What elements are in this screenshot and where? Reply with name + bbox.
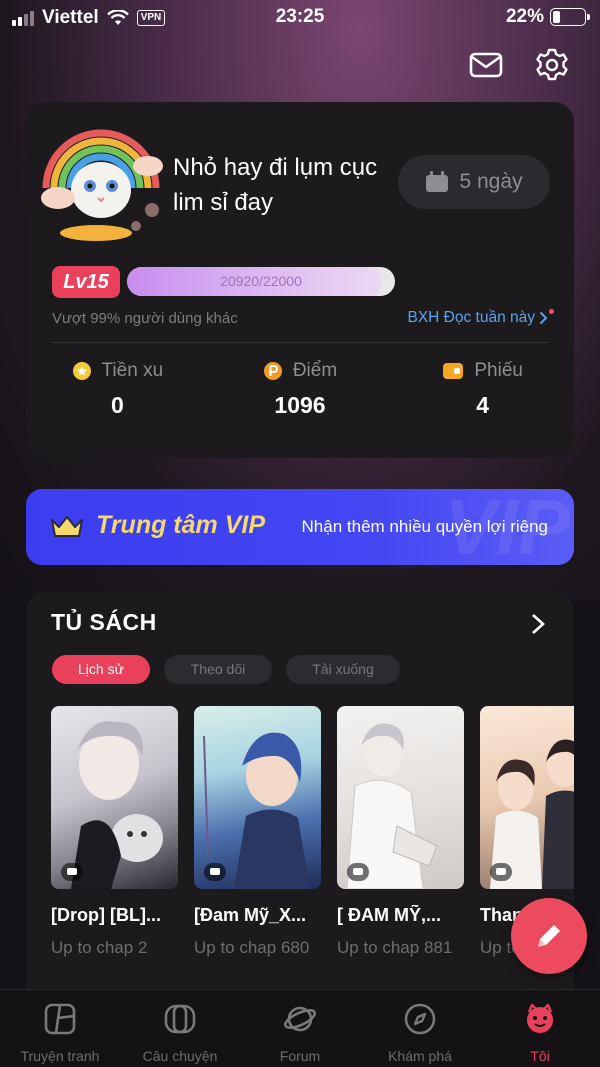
battery-icon xyxy=(550,8,590,26)
stat-label: Điểm xyxy=(292,360,338,381)
bookshelf-title: TỦ SÁCH xyxy=(51,609,157,635)
book-card[interactable]: [Đam Mỹ_X... Up to chap 680 xyxy=(194,706,321,958)
tab-explore[interactable]: Khám phá xyxy=(360,990,480,1067)
weekly-ranking-link[interactable]: BXH Đọc tuần này xyxy=(407,309,554,327)
tab-label: Câu chuyện xyxy=(142,1048,218,1064)
chip-following[interactable]: Theo dõi xyxy=(164,655,272,684)
status-bar: Viettel VPN 23:25 22% xyxy=(0,0,600,36)
book-progress: Up to chap 2 xyxy=(51,938,148,957)
comic-icon xyxy=(44,1003,76,1035)
tab-forum[interactable]: Forum xyxy=(240,990,360,1067)
settings-gear-icon[interactable] xyxy=(534,47,570,83)
book-progress: Up to chap 680 xyxy=(194,938,310,957)
bottom-tab-bar: Truyện tranh Câu chuyện Forum Khám phá T… xyxy=(0,989,600,1067)
battery-percent: 22% xyxy=(505,6,544,27)
vip-subtitle: Nhận thêm nhiều quyền lợi riêng xyxy=(301,517,548,536)
divider xyxy=(52,342,548,343)
mail-icon[interactable] xyxy=(468,47,504,83)
chevron-right-icon[interactable] xyxy=(526,610,550,638)
book-cover xyxy=(480,706,574,889)
notification-dot xyxy=(549,309,554,314)
streak-label: 5 ngày xyxy=(459,170,523,193)
xp-text: 20920/22000 xyxy=(220,273,302,289)
comment-icon xyxy=(61,863,83,881)
compass-icon xyxy=(404,1003,436,1035)
stat-label: Tiền xu xyxy=(101,360,164,381)
tab-label: Truyện tranh xyxy=(20,1048,100,1064)
book-cover xyxy=(337,706,464,889)
pencil-icon xyxy=(538,925,560,947)
vip-center-banner[interactable]: VIP Trung tâm VIP Nhận thêm nhiều quyền … xyxy=(26,489,574,565)
tab-label: Forum xyxy=(279,1048,321,1064)
tab-label: Tôi xyxy=(530,1048,550,1064)
vip-title: Trung tâm VIP xyxy=(96,511,266,539)
planet-icon xyxy=(283,1006,317,1032)
comment-icon xyxy=(490,863,512,881)
checkin-streak-button[interactable]: 5 ngày xyxy=(398,155,550,209)
calendar-icon xyxy=(426,171,449,192)
chip-history[interactable]: Lịch sử xyxy=(52,655,150,684)
points-icon xyxy=(263,362,282,380)
me-icon xyxy=(527,1003,553,1033)
write-button[interactable] xyxy=(511,898,587,974)
chevron-right-icon xyxy=(539,311,548,325)
coin-icon xyxy=(72,362,91,380)
book-cover xyxy=(51,706,178,889)
comment-icon xyxy=(204,863,226,881)
avatar[interactable] xyxy=(36,118,166,248)
tab-stories[interactable]: Câu chuyện xyxy=(120,990,240,1067)
stat-value: 1096 xyxy=(274,392,326,418)
stat-coins[interactable]: Tiền xu 0 xyxy=(26,360,209,419)
book-card[interactable]: [ ĐAM MỸ,... Up to chap 881 xyxy=(337,706,464,958)
story-icon xyxy=(164,1004,196,1034)
username: Nhỏ hay đi lụm cục lim sỉ đay xyxy=(173,154,378,216)
tab-label: Khám phá xyxy=(388,1048,452,1064)
xp-progress-bar: 20920/22000 xyxy=(127,267,395,296)
weekly-ranking-label: BXH Đọc tuần này xyxy=(407,309,535,326)
comment-icon xyxy=(347,863,369,881)
tab-me[interactable]: Tôi xyxy=(480,990,600,1067)
stat-label: Phiếu xyxy=(474,360,523,381)
book-title: [ ĐAM MỸ,... xyxy=(337,905,441,925)
level-badge: Lv15 xyxy=(52,266,120,298)
profile-card: Nhỏ hay đi lụm cục lim sỉ đay 5 ngày Lv1… xyxy=(26,102,574,458)
stat-points[interactable]: Điểm 1096 xyxy=(209,360,392,419)
book-title: [Đam Mỹ_X... xyxy=(194,905,307,925)
book-cover xyxy=(194,706,321,889)
stat-value: 4 xyxy=(476,392,490,418)
stat-tickets[interactable]: Phiếu 4 xyxy=(391,360,574,419)
chip-downloads[interactable]: Tải xuống xyxy=(286,655,400,684)
rank-note: Vượt 99% người dùng khác xyxy=(52,310,238,327)
stat-value: 0 xyxy=(110,392,124,418)
book-title: [Drop] [BL]... xyxy=(51,905,161,925)
ticket-icon xyxy=(443,363,464,379)
book-card[interactable]: [Drop] [BL]... Up to chap 2 xyxy=(51,706,178,958)
tab-comics[interactable]: Truyện tranh xyxy=(0,990,120,1067)
crown-icon xyxy=(51,516,83,537)
bookshelf-section: TỦ SÁCH Lịch sử Theo dõi Tải xuống [Drop… xyxy=(26,592,574,1012)
book-progress: Up to chap 881 xyxy=(337,938,453,957)
